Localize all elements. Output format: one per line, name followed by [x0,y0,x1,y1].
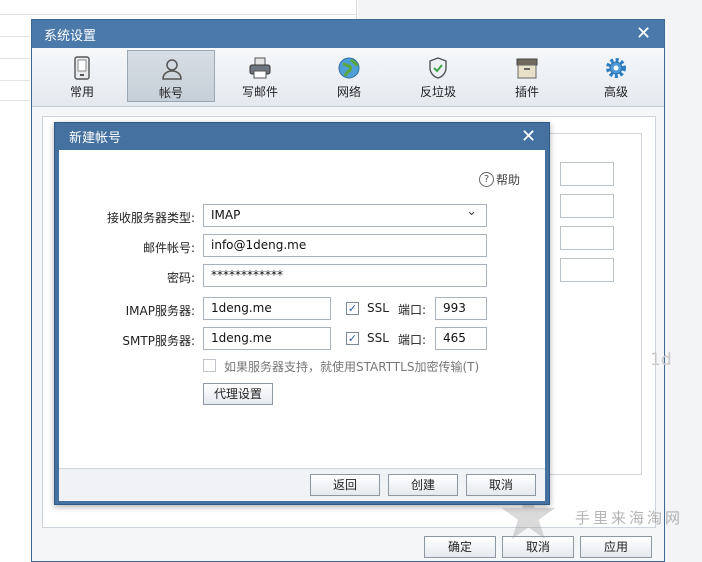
background-field[interactable] [560,194,614,218]
smtp-server-label: SMTP服务器: [122,334,195,348]
box-icon [516,58,538,79]
server-type-select[interactable]: IMAP ⌄ [203,204,487,227]
divider [0,14,356,15]
watermark-text: 手里来海淘网 [575,509,684,527]
dialog-title: 新建帐号 [69,131,122,146]
window-title: 系统设置 [44,29,97,44]
back-button[interactable]: 返回 [310,474,380,496]
background-field[interactable] [560,226,614,250]
background-partial-text: 1d [650,350,672,370]
close-icon[interactable]: ✕ [636,25,651,43]
tab-network[interactable]: 网络 [305,50,393,102]
imap-port-field[interactable]: 993 [435,297,487,320]
proxy-settings-button[interactable]: 代理设置 [203,383,273,405]
password-field[interactable]: ************ [203,264,487,287]
starttls-label: 如果服务器支持，就使用STARTTLS加密传输(T) [224,360,480,374]
divider [0,58,30,59]
email-label: 邮件帐号: [142,241,195,255]
tab-label: 反垃圾 [419,85,456,99]
password-label: 密码: [166,271,195,285]
shield-icon [429,57,447,79]
tab-plugins[interactable]: 插件 [483,50,571,102]
tab-common[interactable]: 常用 [38,50,126,102]
background-field[interactable] [560,162,614,186]
tab-advanced[interactable]: 高级 [572,50,660,102]
smtp-ssl-label: SSL [367,331,389,345]
help-icon[interactable]: ? [479,172,494,187]
imap-server-field[interactable]: 1deng.me [203,297,331,320]
cancel-button[interactable]: 取消 [466,474,536,496]
smtp-ssl-checkbox[interactable]: ✓ [346,332,359,345]
tab-label: 常用 [69,85,94,99]
help-link[interactable]: 帮助 [496,171,520,188]
close-icon[interactable]: ✕ [521,128,536,146]
printer-icon [249,57,271,79]
dialog-body: ? 帮助 接收服务器类型: IMAP ⌄ 邮件帐号: info@1deng.me… [59,150,545,468]
imap-server-label: IMAP服务器: [125,304,195,318]
user-icon [162,59,182,80]
tab-label: 写邮件 [241,85,278,99]
tab-compose[interactable]: 写邮件 [216,50,304,102]
tab-account[interactable]: 帐号 [127,50,215,102]
settings-toolbar: 常用 帐号 写邮件 网络 反垃圾 插件 高级 [32,48,664,107]
globe-icon [338,57,360,79]
chevron-down-icon: ⌄ [466,204,477,219]
new-account-dialog: 新建帐号 ✕ ? 帮助 接收服务器类型: IMAP ⌄ 邮件帐号: info@1… [54,122,550,505]
smtp-port-field[interactable]: 465 [435,327,487,350]
smtp-port-label: 端口: [398,333,427,347]
tab-label: 高级 [603,85,628,99]
tab-antispam[interactable]: 反垃圾 [394,50,482,102]
background-field[interactable] [560,258,614,282]
smtp-server-field[interactable]: 1deng.me [203,327,331,350]
create-button[interactable]: 创建 [388,474,458,496]
server-type-label: 接收服务器类型: [106,211,195,225]
server-type-value: IMAP [211,208,241,222]
divider [0,100,30,101]
tab-label: 帐号 [158,86,183,100]
imap-port-label: 端口: [398,303,427,317]
tab-label: 插件 [514,85,539,99]
gear-icon [606,58,626,78]
window-title-bar: 系统设置 ✕ [32,20,664,48]
divider [0,80,30,81]
starttls-checkbox[interactable] [203,359,216,372]
imap-ssl-checkbox[interactable]: ✓ [346,302,359,315]
imap-ssl-label: SSL [367,301,389,315]
tab-label: 网络 [336,85,361,99]
apply-button[interactable]: 应用 [580,536,652,558]
ok-button[interactable]: 确定 [424,536,496,558]
phone-icon [74,56,90,80]
divider [0,36,30,37]
dialog-footer: 返回 创建 取消 [59,468,545,501]
email-field[interactable]: info@1deng.me [203,234,487,257]
